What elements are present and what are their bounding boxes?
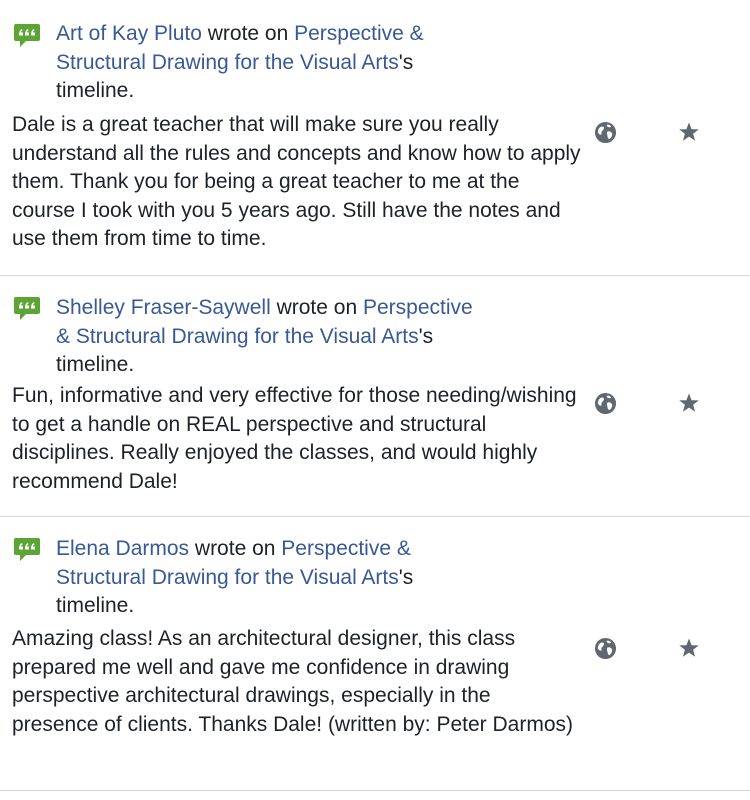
speech-bubble-icon	[14, 538, 40, 561]
feed-post: Elena Darmos wrote on Perspective & Stru…	[0, 517, 750, 791]
globe-icon	[594, 637, 617, 660]
wrote-on-text: wrote on	[201, 22, 295, 45]
post-text: Fun, informative and very effective for …	[12, 384, 577, 493]
globe-icon	[594, 121, 617, 144]
author-link[interactable]: Elena Darmos	[56, 537, 189, 560]
post-header: Art of Kay Pluto wrote on Perspective & …	[56, 20, 476, 106]
wrote-on-text: wrote on	[270, 296, 363, 319]
post-header: Shelley Fraser-Saywell wrote on Perspect…	[56, 294, 476, 380]
speech-bubble-icon	[14, 24, 40, 47]
post-text: Amazing class! As an architectural desig…	[12, 627, 574, 736]
author-link[interactable]: Shelley Fraser-Saywell	[56, 296, 271, 319]
globe-icon	[594, 392, 617, 415]
author-link[interactable]: Art of Kay Pluto	[56, 22, 202, 45]
post-header: Elena Darmos wrote on Perspective & Stru…	[56, 535, 476, 621]
speech-bubble-icon	[14, 297, 40, 320]
feed-post: Art of Kay Pluto wrote on Perspective & …	[0, 0, 750, 276]
wrote-on-text: wrote on	[189, 537, 282, 560]
star-icon[interactable]	[677, 391, 701, 415]
star-icon[interactable]	[677, 636, 701, 660]
post-text: Dale is a great teacher that will make s…	[12, 113, 581, 250]
feed-post: Shelley Fraser-Saywell wrote on Perspect…	[0, 276, 750, 517]
star-icon[interactable]	[677, 120, 701, 144]
recommendations-feed: Art of Kay Pluto wrote on Perspective & …	[0, 0, 750, 791]
